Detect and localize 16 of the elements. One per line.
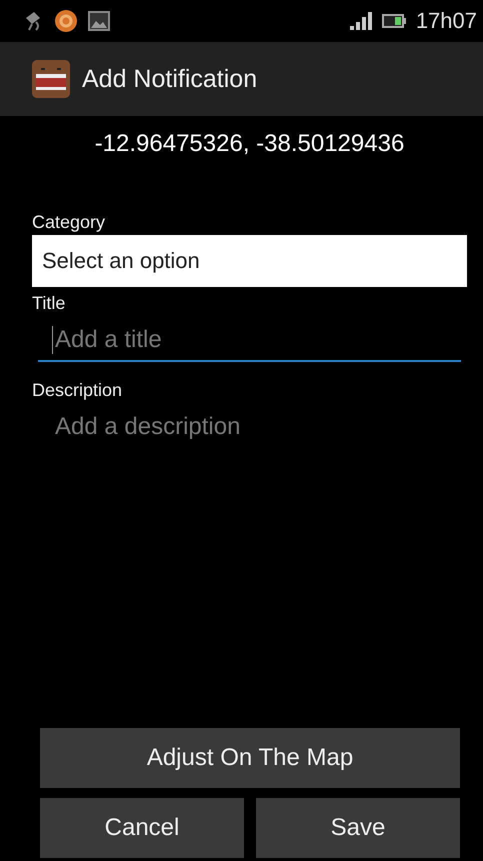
image-icon bbox=[88, 11, 110, 31]
dialog-button[interactable]: Cancel bbox=[40, 798, 244, 858]
circle-icon bbox=[54, 9, 78, 33]
category-dropdown[interactable]: Select an option bbox=[32, 235, 467, 287]
input-field[interactable]: Add a description bbox=[38, 407, 461, 449]
field-label: Description bbox=[32, 380, 122, 401]
adjust-map-button[interactable]: Adjust On The Map bbox=[40, 728, 460, 788]
clock: 17h07 bbox=[416, 8, 477, 34]
screen-title: Add Notification bbox=[82, 64, 258, 94]
monster-app-icon bbox=[32, 60, 70, 98]
field-label: Category bbox=[32, 212, 106, 233]
signal-icon bbox=[350, 12, 372, 30]
coordinates-text: -12.96475326, -38.50129436 bbox=[94, 130, 404, 158]
dialog-button[interactable]: Save bbox=[256, 798, 460, 858]
battery-icon bbox=[382, 14, 406, 28]
field-label: Title bbox=[32, 293, 66, 314]
